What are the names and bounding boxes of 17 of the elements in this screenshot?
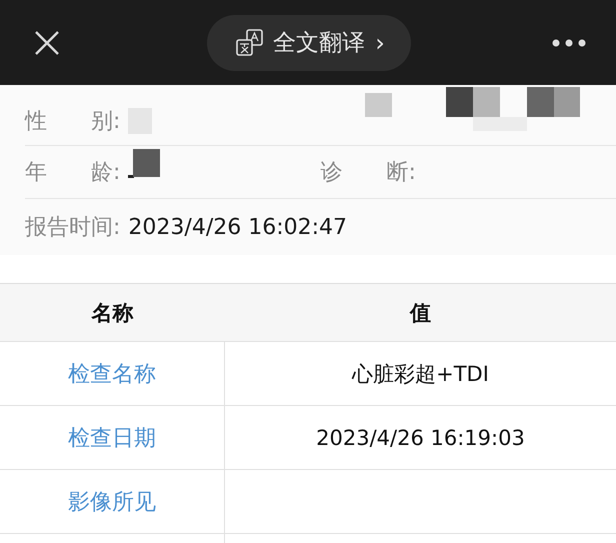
- translate-icon: [235, 28, 266, 58]
- table-cell: 检查日期: [0, 406, 225, 469]
- translate-button[interactable]: 全文翻译 ›: [207, 14, 411, 70]
- table-cell: 检查名称: [0, 342, 225, 405]
- column-header: 名称: [90, 300, 134, 326]
- close-button[interactable]: [34, 30, 60, 56]
- column-header: 值: [408, 300, 432, 326]
- close-icon: [34, 30, 60, 56]
- field-label: 报告时间:: [25, 214, 120, 242]
- field-label: 性 别:: [25, 108, 120, 136]
- field-label: 年 龄:: [25, 159, 120, 187]
- table-cell-text: 心脏彩超+TDI: [350, 360, 490, 388]
- field-label: 诊 断:: [320, 159, 416, 187]
- table-cell-text: 2023/4/26 16:19:03: [315, 424, 526, 452]
- field-value: 2023/4/26 16:02:47: [128, 214, 348, 240]
- table-cell: 影像所见: [0, 470, 225, 533]
- more-icon[interactable]: [552, 38, 586, 46]
